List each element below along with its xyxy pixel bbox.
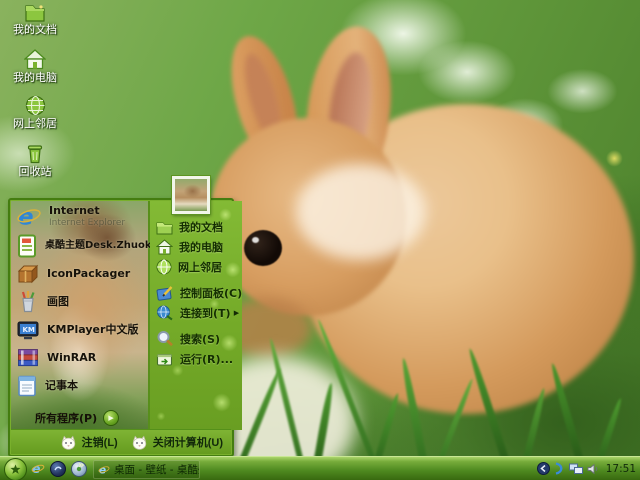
menu-item-control-panel[interactable]: 控制面板(C) bbox=[150, 283, 242, 303]
run-icon bbox=[156, 352, 174, 367]
my-documents-folder-icon bbox=[2, 2, 68, 22]
rabbit-eye bbox=[244, 230, 282, 266]
shut-down-button[interactable]: 关闭计算机(U) bbox=[131, 434, 223, 450]
menu-item-label: 记事本 bbox=[45, 380, 78, 392]
menu-item-sublabel: Internet Explorer bbox=[49, 218, 125, 228]
network-status-icon[interactable] bbox=[569, 463, 583, 475]
all-programs-button[interactable]: 所有程序(P) ▶ bbox=[11, 406, 148, 430]
log-off-label: 注销(L) bbox=[82, 434, 118, 450]
connect-to-icon bbox=[156, 305, 174, 321]
desktop: 我的文档 我的电脑 网上邻居 回收站 e Int bbox=[0, 0, 640, 480]
menu-item-kmplayer[interactable]: KM KMPlayer中文版 bbox=[11, 316, 148, 344]
folder-icon bbox=[156, 220, 173, 235]
svg-text:e: e bbox=[18, 204, 33, 229]
menu-item-internet[interactable]: e Internet Internet Explorer bbox=[11, 201, 148, 232]
internet-explorer-icon: e bbox=[98, 464, 110, 476]
menu-item-label: 搜索(S) bbox=[180, 331, 220, 347]
submenu-arrow-icon: ▶ bbox=[234, 309, 239, 317]
svg-text:KM: KM bbox=[23, 326, 35, 334]
task-button-label: 桌面 - 壁纸 - 桌酷壁... bbox=[114, 462, 200, 477]
menu-item-my-documents[interactable]: 我的文档 bbox=[150, 217, 242, 237]
control-panel-icon bbox=[156, 285, 174, 302]
menu-item-label: Internet Internet Explorer bbox=[49, 205, 125, 229]
quick-launch-overflow-chevron[interactable]: » bbox=[78, 460, 84, 471]
network-globe-icon bbox=[2, 95, 68, 116]
menu-item-paint[interactable]: 画图 bbox=[11, 288, 148, 316]
menu-item-label: KMPlayer中文版 bbox=[47, 324, 138, 336]
log-off-button[interactable]: 注销(L) bbox=[60, 434, 118, 450]
user-avatar[interactable] bbox=[172, 176, 210, 214]
winrar-books-icon bbox=[16, 346, 40, 370]
menu-item-my-computer[interactable]: 我的电脑 bbox=[150, 237, 242, 257]
menu-item-label: 运行(R)... bbox=[180, 351, 233, 367]
start-menu: e Internet Internet Explorer 桌酷主题Desk.Zh… bbox=[8, 198, 234, 457]
quick-launch-internet-explorer-icon[interactable]: e bbox=[31, 462, 45, 476]
menu-item-label: IconPackager bbox=[47, 268, 130, 280]
desktop-icon-my-documents[interactable]: 我的文档 bbox=[2, 2, 68, 36]
menu-item-run[interactable]: 运行(R)... bbox=[150, 349, 242, 369]
notepad-icon bbox=[16, 374, 38, 398]
hidden-icons-button[interactable] bbox=[537, 462, 550, 475]
picture-document-icon bbox=[16, 234, 38, 258]
system-tray: 17:51 bbox=[537, 457, 636, 480]
desktop-icon-label: 我的电脑 bbox=[2, 72, 68, 84]
desktop-icon-label: 回收站 bbox=[2, 166, 68, 178]
menu-item-label: 网上邻居 bbox=[178, 259, 222, 275]
desktop-icon-recycle-bin[interactable]: 回收站 bbox=[2, 143, 68, 178]
internet-explorer-icon: e bbox=[16, 204, 42, 230]
menu-item-label: WinRAR bbox=[47, 352, 96, 364]
menu-item-iconpackager[interactable]: IconPackager bbox=[11, 260, 148, 288]
menu-item-label: 画图 bbox=[47, 296, 69, 308]
menu-item-zhuoku-theme[interactable]: 桌酷主题Desk.Zhuoku.Com bbox=[11, 232, 148, 260]
all-programs-label: 所有程序(P) bbox=[35, 410, 97, 426]
menu-item-search[interactable]: 搜索(S) bbox=[150, 329, 242, 349]
start-menu-footer: 注销(L) 关闭计算机(U) bbox=[11, 429, 231, 454]
taskbar: e » e 桌面 - 壁纸 - 桌酷壁... bbox=[0, 456, 640, 480]
menu-item-label: 控制面板(C) bbox=[180, 285, 242, 301]
cat-face-icon bbox=[60, 435, 77, 450]
desktop-icon-network-places[interactable]: 网上邻居 bbox=[2, 95, 68, 130]
kmplayer-monitor-icon: KM bbox=[16, 318, 40, 342]
recycle-bin-icon bbox=[2, 143, 68, 164]
my-computer-house-icon bbox=[2, 49, 68, 70]
start-leaf-icon bbox=[10, 464, 21, 475]
shut-down-label: 关闭计算机(U) bbox=[153, 434, 223, 450]
quick-launch-dark-globe-icon[interactable] bbox=[50, 461, 66, 477]
cat-face-icon bbox=[131, 435, 148, 450]
globe-icon bbox=[156, 259, 172, 275]
svg-text:e: e bbox=[32, 462, 40, 476]
messenger-swoosh-icon[interactable] bbox=[554, 462, 565, 475]
menu-item-label: 我的电脑 bbox=[179, 239, 223, 255]
paint-cup-icon bbox=[16, 290, 40, 314]
desktop-icon-my-computer[interactable]: 我的电脑 bbox=[2, 49, 68, 84]
taskbar-clock[interactable]: 17:51 bbox=[606, 463, 636, 475]
menu-item-label: 连接到(T) bbox=[180, 305, 231, 321]
menu-item-network-places[interactable]: 网上邻居 bbox=[150, 257, 242, 277]
volume-icon[interactable] bbox=[587, 463, 599, 475]
desktop-icon-label: 我的文档 bbox=[2, 24, 68, 36]
svg-text:e: e bbox=[99, 464, 106, 476]
menu-item-winrar[interactable]: WinRAR bbox=[11, 344, 148, 372]
house-icon bbox=[156, 239, 173, 255]
start-menu-right-column: 我的文档 我的电脑 网上邻居 bbox=[150, 201, 242, 430]
start-menu-left-column: e Internet Internet Explorer 桌酷主题Desk.Zh… bbox=[11, 201, 150, 430]
menu-item-connect-to[interactable]: 连接到(T) ▶ bbox=[150, 303, 242, 323]
menu-item-notepad[interactable]: 记事本 bbox=[11, 372, 148, 400]
iconpackager-box-icon bbox=[16, 262, 40, 286]
taskbar-task-button[interactable]: e 桌面 - 壁纸 - 桌酷壁... bbox=[93, 460, 200, 479]
search-icon bbox=[156, 330, 174, 348]
start-button[interactable] bbox=[4, 458, 27, 480]
all-programs-arrow-icon: ▶ bbox=[103, 410, 119, 426]
menu-item-label: 我的文档 bbox=[179, 219, 223, 235]
rabbit-cheek-highlight bbox=[296, 164, 426, 260]
start-menu-body: e Internet Internet Explorer 桌酷主题Desk.Zh… bbox=[11, 201, 231, 430]
desktop-icon-label: 网上邻居 bbox=[2, 118, 68, 130]
